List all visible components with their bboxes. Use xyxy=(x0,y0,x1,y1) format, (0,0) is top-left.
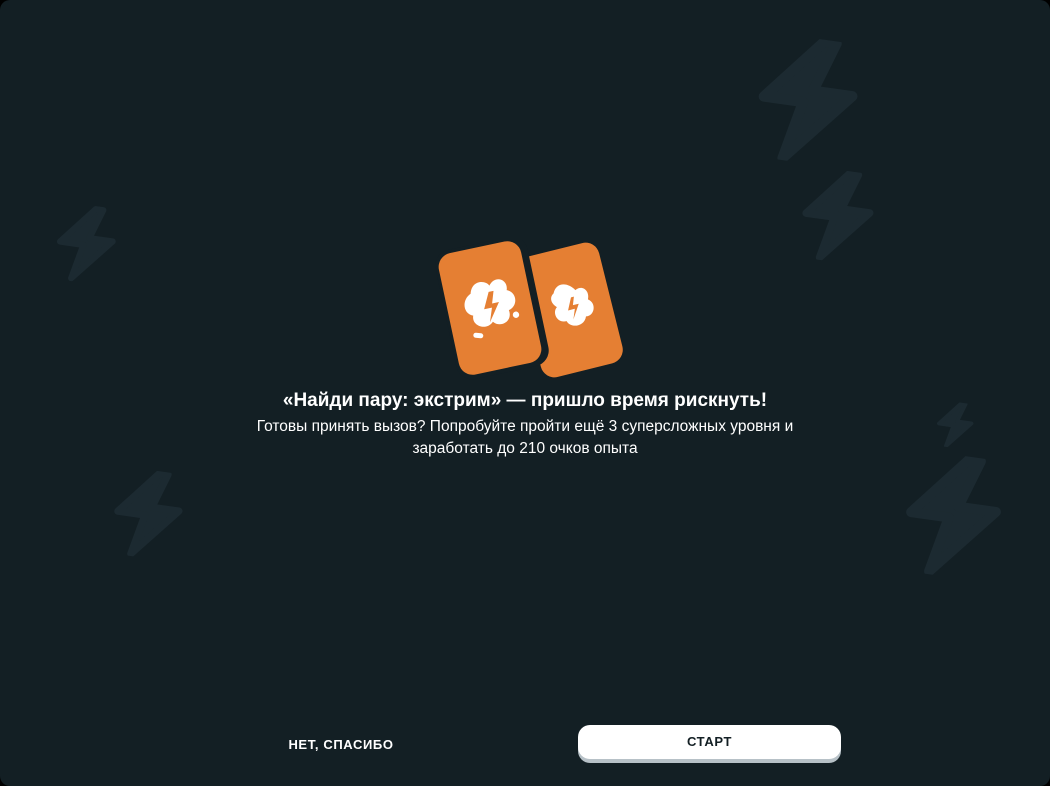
lightning-bolt-icon xyxy=(802,170,874,262)
dialog-subtitle: Готовы принять вызов? Попробуйте пройти … xyxy=(256,418,794,457)
challenge-dialog-screen: «Найди пару: экстрим» — пришло время рис… xyxy=(0,0,1050,786)
lightning-bolt-icon xyxy=(56,205,116,282)
lightning-bolt-icon xyxy=(758,36,858,164)
lightning-bolt-icon xyxy=(906,454,1001,577)
no-thanks-button[interactable]: НЕТ, СПАСИБО xyxy=(260,730,422,760)
dialog-title: «Найди пару: экстрим» — пришло время рис… xyxy=(282,390,768,411)
orange-cards-with-lightning-icon xyxy=(435,240,623,380)
lightning-bolt-icon xyxy=(114,469,183,558)
start-button[interactable]: СТАРТ xyxy=(578,725,841,759)
